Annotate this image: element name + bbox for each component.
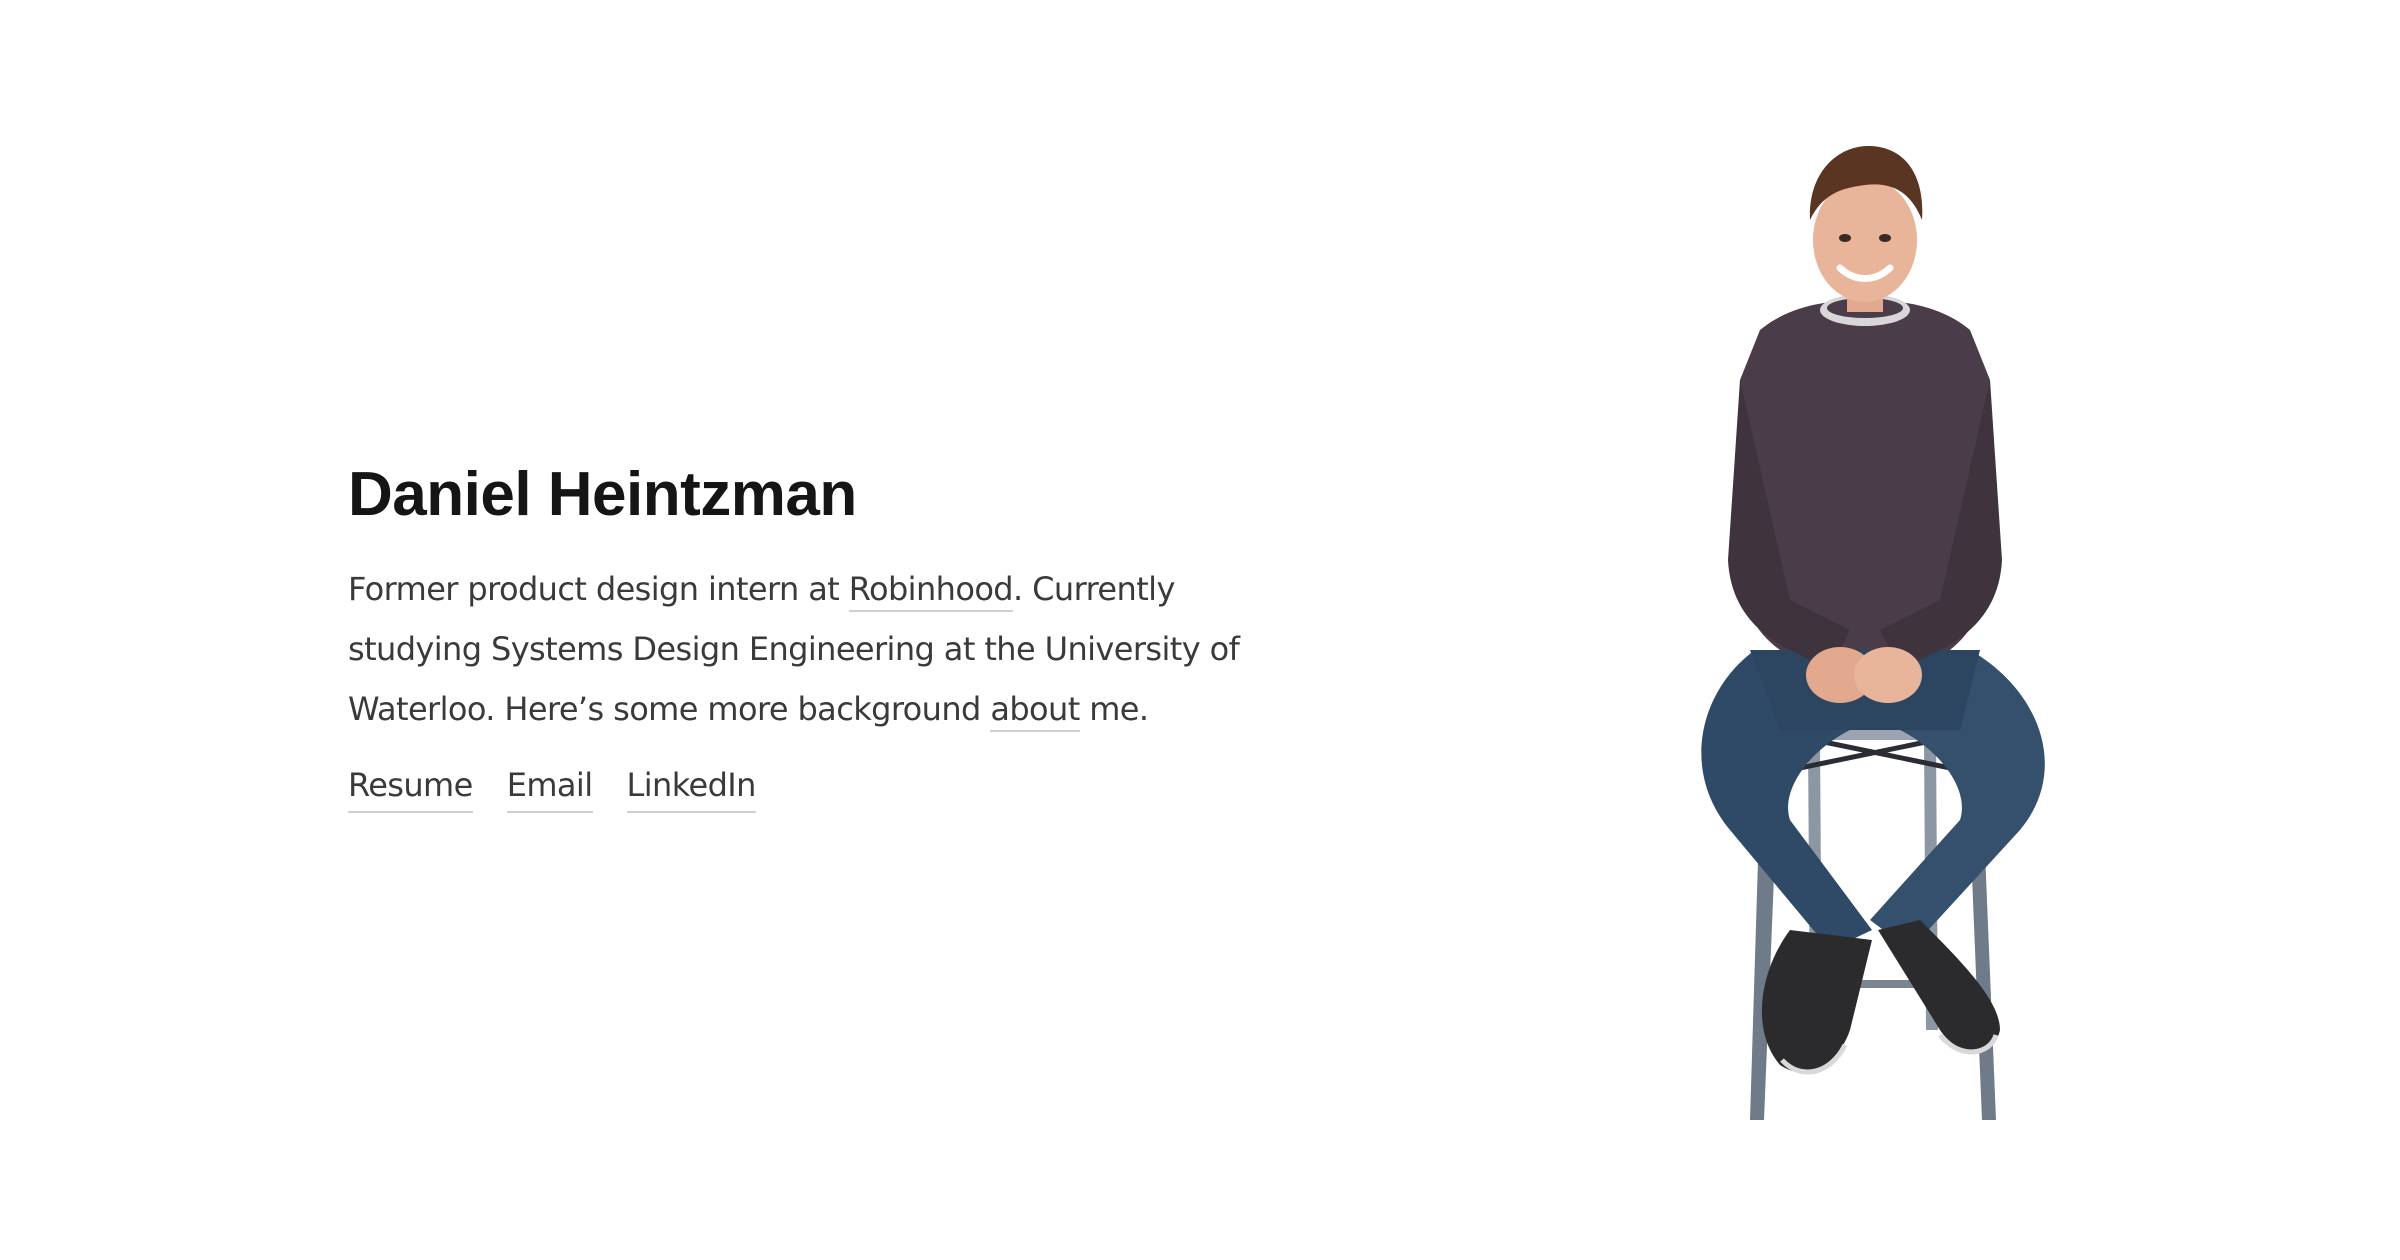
linkedin-link[interactable]: LinkedIn — [626, 763, 756, 813]
page: Daniel Heintzman Former product design i… — [0, 0, 2400, 1260]
robinhood-link[interactable]: Robinhood — [848, 570, 1014, 612]
resume-link[interactable]: Resume — [348, 763, 473, 813]
sweater — [1728, 294, 2002, 670]
email-link[interactable]: Email — [506, 763, 593, 813]
bio-text: me. — [1079, 690, 1149, 728]
contact-links: Resume Email LinkedIn — [348, 763, 1308, 813]
bio-paragraph: Former product design intern at Robinhoo… — [348, 559, 1308, 739]
head — [1809, 145, 1923, 312]
page-title: Daniel Heintzman — [348, 460, 857, 529]
about-link[interactable]: about — [990, 690, 1080, 732]
bio-text: Former product design intern at — [348, 570, 849, 608]
intro-section: Daniel Heintzman Former product design i… — [348, 455, 1308, 813]
shoes — [1761, 920, 2000, 1075]
hands — [1806, 647, 1922, 703]
portrait-photo — [1701, 145, 2045, 1120]
